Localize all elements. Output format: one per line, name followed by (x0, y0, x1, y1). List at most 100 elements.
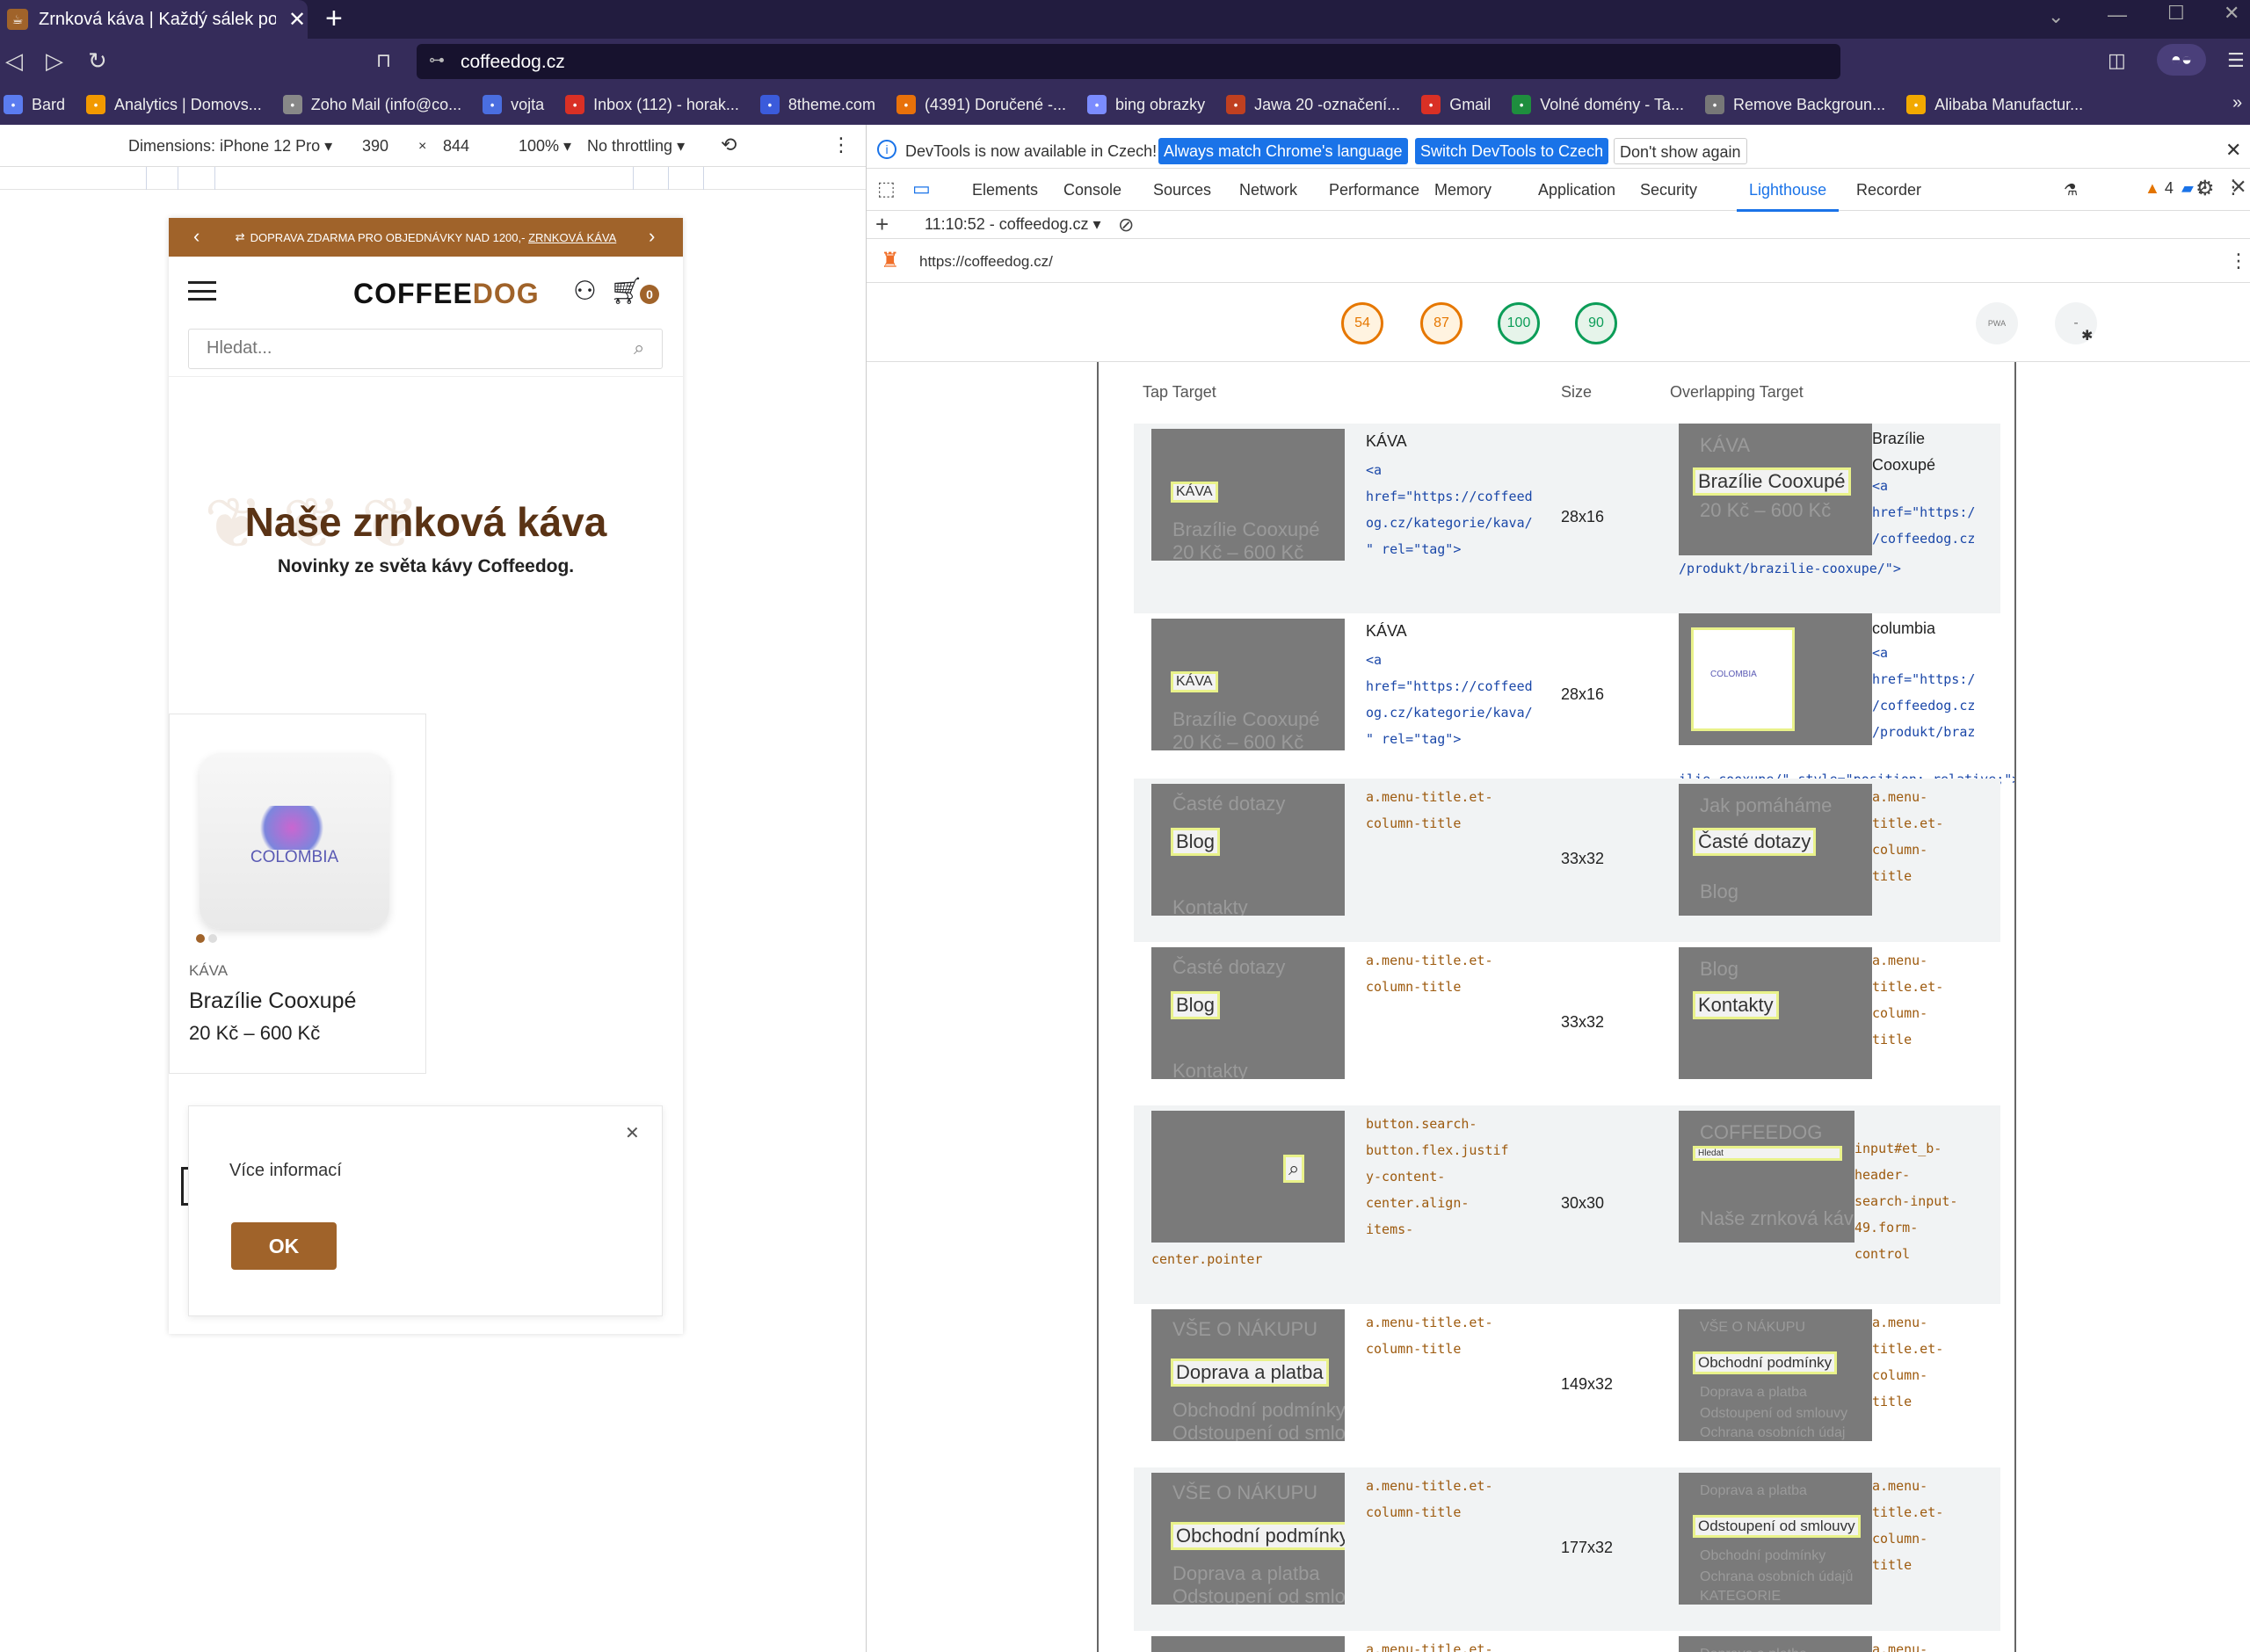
overlap-label: Brazílie Cooxupé (1872, 430, 1936, 474)
devtools-tab-network[interactable]: Network (1239, 181, 1297, 199)
promo-link[interactable]: ZRNKOVÁ KÁVA (528, 231, 616, 244)
device-select[interactable]: Dimensions: iPhone 12 Pro ▾ (128, 137, 332, 156)
bag-label-text: COLOMBIA (1710, 670, 1757, 679)
match-language-button[interactable]: Always match Chrome's language (1158, 138, 1408, 164)
reload-icon[interactable]: ↻ (88, 47, 107, 75)
highlighted-target: KÁVA (1171, 671, 1218, 692)
clear-report-icon[interactable]: ⊘ (1118, 214, 1134, 236)
coffeedog-favicon-icon: ☕ (7, 9, 28, 30)
pwa-badge[interactable]: PWA (1976, 302, 2018, 344)
throttle-select[interactable]: No throttling ▾ (587, 137, 685, 156)
rotate-icon[interactable]: ⟲ (721, 134, 737, 156)
devtools-tab-recorder[interactable]: Recorder (1856, 181, 1921, 199)
target-screenshot: VŠE O NÁKUPU Obchodní podmínky Odstoupení … (1151, 1309, 1345, 1441)
devtools-tab-performance[interactable]: Performance (1329, 181, 1419, 199)
dont-show-button[interactable]: Don't show again (1614, 138, 1747, 164)
target-screenshot: Brazílie Cooxupé 20 Kč – 600 Kč KÁVA (1151, 619, 1345, 750)
report-select[interactable]: 11:10:52 - coffeedog.cz ▾ (925, 215, 1101, 234)
bookmark-item[interactable]: • Remove Backgroun... (1704, 95, 1885, 114)
settings-gear-icon[interactable]: ⚙ (2196, 176, 2215, 201)
devtools-tab-elements[interactable]: Elements (972, 181, 1038, 199)
new-tab-icon[interactable]: + (325, 2, 343, 36)
audited-url[interactable]: https://coffeedog.cz/ (919, 253, 1053, 271)
info-icon: i (877, 140, 896, 159)
product-category-link[interactable]: KÁVA (189, 962, 228, 980)
lighthouse-icon: ♜ (881, 249, 900, 272)
close-window-icon[interactable]: ✕ (2224, 2, 2239, 25)
devtools-tab-memory[interactable]: Memory (1434, 181, 1492, 199)
bookmark-item[interactable]: • Analytics | Domovs... (86, 95, 262, 114)
tab-search-chevron-icon[interactable]: ⌄ (2048, 5, 2064, 28)
score-gauge[interactable]: 90 (1575, 302, 1617, 344)
product-image[interactable]: COLOMBIA (200, 753, 389, 929)
bookmark-item[interactable]: • bing obrazky (1087, 95, 1205, 114)
site-logo[interactable]: COFFEEDOG (353, 278, 540, 310)
address-bar[interactable]: ⊶ coffeedog.cz (417, 44, 1840, 79)
account-icon[interactable]: ⚇ (573, 276, 597, 307)
site-info-icon[interactable]: ⊶ (429, 51, 445, 69)
height-field[interactable]: 844 (443, 137, 469, 156)
zoom-select[interactable]: 100% ▾ (519, 137, 571, 156)
devtools-tab-security[interactable]: Security (1640, 181, 1697, 199)
bookmark-item[interactable]: • Alibaba Manufactur... (1906, 95, 2083, 114)
more-options-icon[interactable]: ⋮ (831, 134, 851, 156)
devtools-tab-sources[interactable]: Sources (1153, 181, 1211, 199)
hamburger-menu-icon[interactable] (188, 281, 216, 301)
devtools-tab-console[interactable]: Console (1063, 181, 1121, 199)
sidebar-icon[interactable]: ◫ (2108, 49, 2126, 72)
bookmark-item[interactable]: • 8theme.com (759, 95, 875, 114)
bookmark-item[interactable]: • Gmail (1421, 95, 1491, 114)
warning-icon[interactable]: ▲ 4 (2145, 179, 2174, 198)
close-tab-icon[interactable]: ✕ (288, 7, 306, 33)
active-tab[interactable]: ☕ Zrnková káva | Každý sálek podp ✕ (0, 0, 308, 39)
devtools-tab-application[interactable]: Application (1538, 181, 1615, 199)
close-devtools-icon[interactable]: ✕ (2231, 176, 2246, 199)
bookmark-item[interactable]: • Jawa 20 -označení... (1226, 95, 1400, 114)
slide-dot[interactable] (208, 934, 217, 943)
minimize-icon[interactable]: — (2108, 4, 2127, 26)
cart-icon[interactable]: 🛒︎ (610, 276, 643, 307)
bookmark-item[interactable]: • Zoho Mail (info@co... (282, 95, 461, 114)
new-report-icon[interactable]: + (875, 211, 889, 238)
report-menu-icon[interactable]: ⋮ (2229, 250, 2248, 272)
menu-icon[interactable]: ☰ (2227, 49, 2245, 72)
score-gauge[interactable]: 100 (1498, 302, 1540, 344)
bookmark-favicon-icon: • (1512, 95, 1532, 114)
bookmark-item[interactable]: • Bard (4, 95, 65, 114)
inspect-element-icon[interactable]: ⬚ (877, 178, 896, 200)
overlap-screenshot: Blog Kontakty (1679, 947, 1872, 1079)
bookmark-icon[interactable]: ⊓ (376, 49, 391, 72)
target-size: 33x32 (1561, 850, 1605, 867)
bookmark-item[interactable]: • Volné domény - Ta... (1512, 95, 1684, 114)
back-icon[interactable]: ◁ (5, 47, 23, 75)
bookmark-item[interactable]: • Inbox (112) - horak... (565, 95, 739, 114)
bookmark-label: Volné domény - Ta... (1540, 95, 1684, 113)
search-icon[interactable]: ⌕ (634, 337, 644, 359)
devtools-tab-lighthouse[interactable]: Lighthouse (1737, 181, 1840, 212)
devtools-infobar: i DevTools is now available in Czech! Al… (867, 132, 2250, 169)
more-info-link[interactable]: Více informací (229, 1161, 342, 1181)
slide-dot-active[interactable] (196, 934, 205, 943)
device-toggle-icon[interactable]: ▭ (912, 178, 931, 200)
promo-next-icon[interactable]: › (649, 225, 655, 248)
width-field[interactable]: 390 (362, 137, 388, 156)
plugin-gauge[interactable]: - ✱ (2055, 302, 2097, 344)
close-cookie-icon[interactable]: ✕ (625, 1122, 640, 1144)
maximize-icon[interactable]: ☐ (2167, 2, 2185, 25)
score-gauge[interactable]: 87 (1420, 302, 1462, 344)
product-name-link[interactable]: Brazílie Cooxupé (189, 989, 356, 1014)
forward-icon[interactable]: ▷ (46, 47, 63, 75)
bookmark-item[interactable]: • vojta (483, 95, 544, 114)
search-input[interactable] (207, 338, 593, 359)
score-gauge[interactable]: 54 (1341, 302, 1383, 344)
screenshot-text: Obchodní podmínky (1172, 1399, 1345, 1421)
bookmarks-overflow-icon[interactable]: » (2232, 93, 2242, 113)
switch-czech-button[interactable]: Switch DevTools to Czech (1415, 138, 1609, 164)
close-infobar-icon[interactable]: ✕ (2225, 139, 2241, 162)
overlap-selector: a.menu- title.et- column- title (1872, 1315, 1944, 1409)
promo-prev-icon[interactable]: ‹ (193, 225, 200, 248)
bookmark-item[interactable]: • (4391) Doručené -... (896, 95, 1066, 114)
product-card[interactable]: COLOMBIA KÁVA Brazílie Cooxupé 20 Kč – 6… (169, 714, 426, 1074)
private-glasses-icon[interactable]: ◓◒ (2157, 44, 2206, 76)
cookie-ok-button[interactable]: OK (231, 1222, 337, 1270)
